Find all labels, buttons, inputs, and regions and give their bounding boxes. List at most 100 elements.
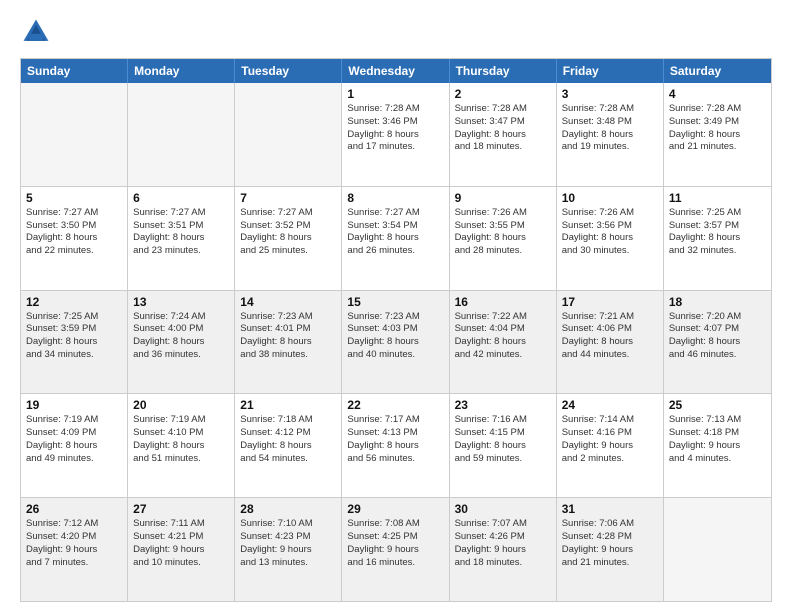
page: SundayMondayTuesdayWednesdayThursdayFrid… <box>0 0 792 612</box>
calendar-cell-empty <box>128 83 235 186</box>
day-number: 21 <box>240 398 336 412</box>
day-number: 27 <box>133 502 229 516</box>
day-number: 18 <box>669 295 766 309</box>
day-info: Sunrise: 7:17 AM Sunset: 4:13 PM Dayligh… <box>347 414 443 465</box>
calendar-cell-31: 31 Sunrise: 7:06 AM Sunset: 4:28 PM Dayli… <box>557 498 664 601</box>
calendar-cell-21: 21 Sunrise: 7:18 AM Sunset: 4:12 PM Dayli… <box>235 394 342 497</box>
calendar-cell-22: 22 Sunrise: 7:17 AM Sunset: 4:13 PM Dayli… <box>342 394 449 497</box>
day-number: 26 <box>26 502 122 516</box>
day-number: 3 <box>562 87 658 101</box>
day-info: Sunrise: 7:26 AM Sunset: 3:56 PM Dayligh… <box>562 207 658 258</box>
header-day-wednesday: Wednesday <box>342 59 449 83</box>
day-number: 4 <box>669 87 766 101</box>
day-number: 10 <box>562 191 658 205</box>
day-number: 31 <box>562 502 658 516</box>
day-info: Sunrise: 7:28 AM Sunset: 3:49 PM Dayligh… <box>669 103 766 154</box>
day-number: 16 <box>455 295 551 309</box>
calendar-cell-16: 16 Sunrise: 7:22 AM Sunset: 4:04 PM Dayli… <box>450 291 557 394</box>
day-number: 19 <box>26 398 122 412</box>
day-info: Sunrise: 7:19 AM Sunset: 4:09 PM Dayligh… <box>26 414 122 465</box>
day-info: Sunrise: 7:24 AM Sunset: 4:00 PM Dayligh… <box>133 311 229 362</box>
day-info: Sunrise: 7:14 AM Sunset: 4:16 PM Dayligh… <box>562 414 658 465</box>
day-number: 6 <box>133 191 229 205</box>
day-info: Sunrise: 7:06 AM Sunset: 4:28 PM Dayligh… <box>562 518 658 569</box>
calendar-cell-empty <box>21 83 128 186</box>
calendar-cell-2: 2 Sunrise: 7:28 AM Sunset: 3:47 PM Daylig… <box>450 83 557 186</box>
header-day-friday: Friday <box>557 59 664 83</box>
day-info: Sunrise: 7:08 AM Sunset: 4:25 PM Dayligh… <box>347 518 443 569</box>
calendar-cell-7: 7 Sunrise: 7:27 AM Sunset: 3:52 PM Daylig… <box>235 187 342 290</box>
header-day-monday: Monday <box>128 59 235 83</box>
day-info: Sunrise: 7:07 AM Sunset: 4:26 PM Dayligh… <box>455 518 551 569</box>
day-info: Sunrise: 7:27 AM Sunset: 3:51 PM Dayligh… <box>133 207 229 258</box>
calendar-cell-19: 19 Sunrise: 7:19 AM Sunset: 4:09 PM Dayli… <box>21 394 128 497</box>
calendar-week-3: 12 Sunrise: 7:25 AM Sunset: 3:59 PM Dayli… <box>21 290 771 394</box>
day-number: 14 <box>240 295 336 309</box>
day-info: Sunrise: 7:21 AM Sunset: 4:06 PM Dayligh… <box>562 311 658 362</box>
calendar-cell-10: 10 Sunrise: 7:26 AM Sunset: 3:56 PM Dayli… <box>557 187 664 290</box>
header-day-saturday: Saturday <box>664 59 771 83</box>
day-number: 25 <box>669 398 766 412</box>
day-number: 30 <box>455 502 551 516</box>
day-info: Sunrise: 7:28 AM Sunset: 3:48 PM Dayligh… <box>562 103 658 154</box>
day-number: 2 <box>455 87 551 101</box>
day-info: Sunrise: 7:23 AM Sunset: 4:03 PM Dayligh… <box>347 311 443 362</box>
calendar-cell-empty <box>235 83 342 186</box>
day-info: Sunrise: 7:27 AM Sunset: 3:50 PM Dayligh… <box>26 207 122 258</box>
day-number: 7 <box>240 191 336 205</box>
calendar-cell-13: 13 Sunrise: 7:24 AM Sunset: 4:00 PM Dayli… <box>128 291 235 394</box>
calendar-cell-empty <box>664 498 771 601</box>
day-number: 24 <box>562 398 658 412</box>
calendar-cell-4: 4 Sunrise: 7:28 AM Sunset: 3:49 PM Daylig… <box>664 83 771 186</box>
day-number: 8 <box>347 191 443 205</box>
calendar-cell-5: 5 Sunrise: 7:27 AM Sunset: 3:50 PM Daylig… <box>21 187 128 290</box>
calendar-header: SundayMondayTuesdayWednesdayThursdayFrid… <box>21 59 771 83</box>
day-info: Sunrise: 7:10 AM Sunset: 4:23 PM Dayligh… <box>240 518 336 569</box>
calendar-cell-24: 24 Sunrise: 7:14 AM Sunset: 4:16 PM Dayli… <box>557 394 664 497</box>
day-info: Sunrise: 7:19 AM Sunset: 4:10 PM Dayligh… <box>133 414 229 465</box>
calendar-week-1: 1Sunrise: 7:28 AM Sunset: 3:46 PM Daylig… <box>21 83 771 186</box>
logo <box>20 16 56 48</box>
day-number: 5 <box>26 191 122 205</box>
day-number: 17 <box>562 295 658 309</box>
day-number: 11 <box>669 191 766 205</box>
calendar-cell-23: 23Sunrise: 7:16 AM Sunset: 4:15 PM Dayli… <box>450 394 557 497</box>
day-number: 13 <box>133 295 229 309</box>
day-info: Sunrise: 7:20 AM Sunset: 4:07 PM Dayligh… <box>669 311 766 362</box>
day-number: 1 <box>347 87 443 101</box>
day-info: Sunrise: 7:26 AM Sunset: 3:55 PM Dayligh… <box>455 207 551 258</box>
day-number: 15 <box>347 295 443 309</box>
day-info: Sunrise: 7:11 AM Sunset: 4:21 PM Dayligh… <box>133 518 229 569</box>
calendar-cell-18: 18 Sunrise: 7:20 AM Sunset: 4:07 PM Dayli… <box>664 291 771 394</box>
day-info: Sunrise: 7:22 AM Sunset: 4:04 PM Dayligh… <box>455 311 551 362</box>
header-day-thursday: Thursday <box>450 59 557 83</box>
day-info: Sunrise: 7:12 AM Sunset: 4:20 PM Dayligh… <box>26 518 122 569</box>
logo-icon <box>20 16 52 48</box>
header-day-tuesday: Tuesday <box>235 59 342 83</box>
calendar-cell-8: 8 Sunrise: 7:27 AM Sunset: 3:54 PM Daylig… <box>342 187 449 290</box>
day-number: 22 <box>347 398 443 412</box>
day-info: Sunrise: 7:27 AM Sunset: 3:54 PM Dayligh… <box>347 207 443 258</box>
day-info: Sunrise: 7:23 AM Sunset: 4:01 PM Dayligh… <box>240 311 336 362</box>
calendar-cell-14: 14 Sunrise: 7:23 AM Sunset: 4:01 PM Dayli… <box>235 291 342 394</box>
day-number: 23 <box>455 398 551 412</box>
calendar-week-4: 19 Sunrise: 7:19 AM Sunset: 4:09 PM Dayli… <box>21 393 771 497</box>
day-number: 29 <box>347 502 443 516</box>
calendar-cell-9: 9 Sunrise: 7:26 AM Sunset: 3:55 PM Daylig… <box>450 187 557 290</box>
day-number: 12 <box>26 295 122 309</box>
day-number: 9 <box>455 191 551 205</box>
calendar-cell-28: 28Sunrise: 7:10 AM Sunset: 4:23 PM Dayli… <box>235 498 342 601</box>
calendar-cell-17: 17 Sunrise: 7:21 AM Sunset: 4:06 PM Dayli… <box>557 291 664 394</box>
calendar-cell-26: 26 Sunrise: 7:12 AM Sunset: 4:20 PM Dayli… <box>21 498 128 601</box>
calendar-cell-25: 25 Sunrise: 7:13 AM Sunset: 4:18 PM Dayli… <box>664 394 771 497</box>
day-info: Sunrise: 7:28 AM Sunset: 3:47 PM Dayligh… <box>455 103 551 154</box>
day-info: Sunrise: 7:25 AM Sunset: 3:57 PM Dayligh… <box>669 207 766 258</box>
header-day-sunday: Sunday <box>21 59 128 83</box>
day-info: Sunrise: 7:18 AM Sunset: 4:12 PM Dayligh… <box>240 414 336 465</box>
calendar-cell-15: 15 Sunrise: 7:23 AM Sunset: 4:03 PM Dayli… <box>342 291 449 394</box>
calendar-body: 1Sunrise: 7:28 AM Sunset: 3:46 PM Daylig… <box>21 83 771 601</box>
day-info: Sunrise: 7:27 AM Sunset: 3:52 PM Dayligh… <box>240 207 336 258</box>
day-info: Sunrise: 7:13 AM Sunset: 4:18 PM Dayligh… <box>669 414 766 465</box>
day-number: 20 <box>133 398 229 412</box>
day-info: Sunrise: 7:25 AM Sunset: 3:59 PM Dayligh… <box>26 311 122 362</box>
